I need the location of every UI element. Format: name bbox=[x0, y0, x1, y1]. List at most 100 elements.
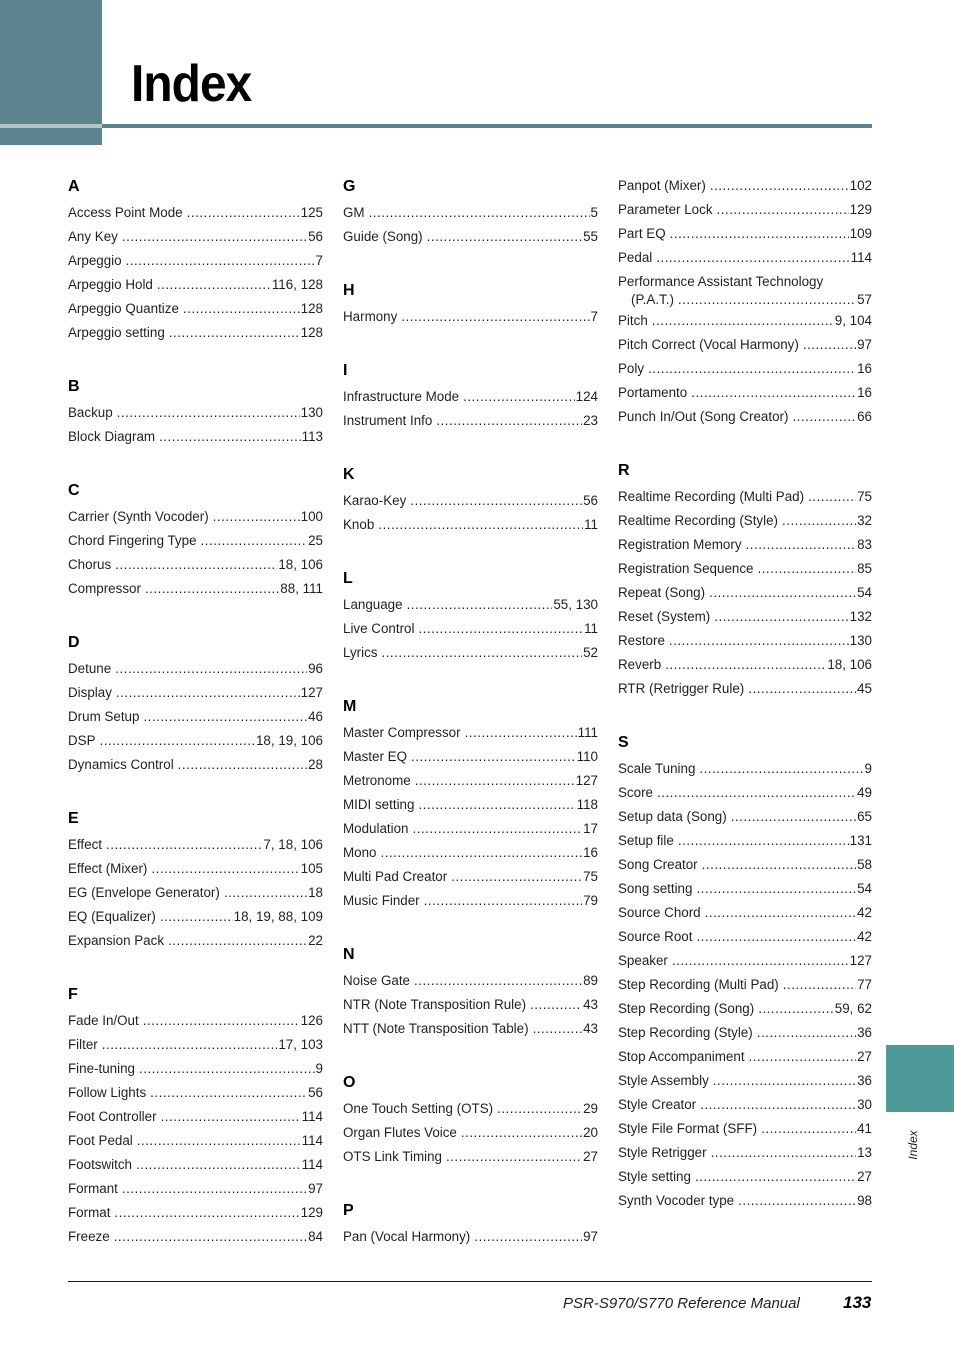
leader-dots bbox=[169, 321, 300, 345]
entry-term: Parameter Lock bbox=[618, 202, 713, 217]
entry-term: Footswitch bbox=[68, 1157, 132, 1172]
entry-term: Registration Memory bbox=[618, 537, 742, 552]
index-entry: Master EQ 110 bbox=[343, 745, 598, 769]
leader-dots bbox=[106, 833, 262, 857]
leader-dots bbox=[143, 705, 307, 729]
leader-dots bbox=[369, 201, 590, 225]
index-section-f: F Fade In/Out 126 Filter 17, 103 Fine-tuning 9… bbox=[68, 983, 323, 1249]
entry-pages: 45 bbox=[857, 681, 872, 696]
leader-dots bbox=[157, 273, 271, 297]
entry-term: EG (Envelope Generator) bbox=[68, 885, 220, 900]
index-entry: Parameter Lock 129 bbox=[618, 198, 872, 222]
index-entry: Panpot (Mixer) 102 bbox=[618, 174, 872, 198]
entry-term: NTT (Note Transposition Table) bbox=[343, 1021, 529, 1036]
entry-term: Any Key bbox=[68, 229, 118, 244]
entry-pages: 22 bbox=[308, 933, 323, 948]
entry-term: Source Root bbox=[618, 929, 693, 944]
index-entry: Harmony 7 bbox=[343, 305, 598, 329]
page-title: Index bbox=[131, 55, 252, 113]
entry-pages: 100 bbox=[300, 509, 323, 524]
entry-pages: 20 bbox=[583, 1125, 598, 1140]
leader-dots bbox=[808, 485, 856, 509]
leader-dots bbox=[746, 533, 857, 557]
index-entry: Carrier (Synth Vocoder) 100 bbox=[68, 505, 323, 529]
entry-term: Reverb bbox=[618, 657, 662, 672]
leader-dots bbox=[150, 1081, 307, 1105]
index-entry: Karao-Key 56 bbox=[343, 489, 598, 513]
entry-term: RTR (Retrigger Rule) bbox=[618, 681, 745, 696]
leader-dots bbox=[160, 905, 233, 929]
entry-term: Carrier (Synth Vocoder) bbox=[68, 509, 209, 524]
entry-pages: 18, 106 bbox=[278, 557, 323, 572]
entry-term: Poly bbox=[618, 361, 645, 376]
entry-pages: 114 bbox=[301, 1157, 323, 1172]
index-entry: Master Compressor 111 bbox=[343, 721, 598, 745]
leader-dots bbox=[669, 629, 849, 653]
entry-pages: 125 bbox=[300, 205, 323, 220]
leader-dots bbox=[126, 249, 315, 273]
entry-term: Realtime Recording (Style) bbox=[618, 513, 779, 528]
index-section-r: RRealtime Recording (Multi Pad)75Realtim… bbox=[618, 459, 872, 701]
index-section-i: I Infrastructure Mode 124 Instrument Info 23 bbox=[343, 359, 598, 433]
index-section-c: C Carrier (Synth Vocoder) 100 Chord Fingeri… bbox=[68, 479, 323, 601]
footer-page-number: 133 bbox=[843, 1293, 872, 1312]
entry-pages: 75 bbox=[857, 489, 872, 504]
leader-dots bbox=[159, 425, 301, 449]
entry-pages: 97 bbox=[583, 1229, 598, 1244]
leader-dots bbox=[678, 291, 856, 309]
entry-term: Style setting bbox=[618, 1169, 691, 1184]
index-entry: Arpeggio setting 128 bbox=[68, 321, 323, 345]
leader-dots bbox=[699, 757, 863, 781]
entry-pages: 127 bbox=[300, 685, 323, 700]
leader-dots bbox=[748, 677, 856, 701]
entry-pages: 52 bbox=[583, 645, 598, 660]
entry-pages: 25 bbox=[308, 533, 323, 548]
leader-dots bbox=[738, 1189, 856, 1213]
entry-pages: 54 bbox=[857, 881, 872, 896]
entry-pages: 54 bbox=[857, 585, 872, 600]
index-entry: RTR (Retrigger Rule) 45 bbox=[618, 677, 872, 701]
index-entry: Backup 130 bbox=[68, 401, 323, 425]
entry-pages: 7, 18, 106 bbox=[263, 837, 323, 852]
entry-pages: 118 bbox=[576, 797, 598, 812]
footer-rule bbox=[68, 1281, 872, 1282]
entry-pages: 13 bbox=[857, 1145, 872, 1160]
entry-pages: 11 bbox=[584, 621, 598, 636]
entry-term: Effect (Mixer) bbox=[68, 861, 148, 876]
entry-term: Scale Tuning bbox=[618, 761, 696, 776]
leader-dots bbox=[648, 357, 856, 381]
index-entry: Song setting 54 bbox=[618, 877, 872, 901]
index-section-d: D Detune 96 Display 127 Drum Setup 46 DSP 18, 19… bbox=[68, 631, 323, 777]
index-entry: Effect 7, 18, 106 bbox=[68, 833, 323, 857]
leader-dots bbox=[465, 721, 577, 745]
entry-term: Chorus bbox=[68, 557, 112, 572]
leader-dots bbox=[224, 881, 307, 905]
entry-pages: 9 bbox=[864, 761, 872, 776]
entry-term: Harmony bbox=[343, 309, 398, 324]
entry-pages: 27 bbox=[583, 1149, 598, 1164]
index-entry: Setup file 131 bbox=[618, 829, 872, 853]
index-entry: Knob 11 bbox=[343, 513, 598, 537]
entry-pages: 16 bbox=[857, 361, 872, 376]
index-entry: One Touch Setting (OTS) 29 bbox=[343, 1097, 598, 1121]
entry-term: Pan (Vocal Harmony) bbox=[343, 1229, 471, 1244]
side-tab-label: Index bbox=[906, 1130, 920, 1160]
index-entry: Access Point Mode 125 bbox=[68, 201, 323, 225]
entry-term: NTR (Note Transposition Rule) bbox=[343, 997, 527, 1012]
entry-term: Foot Controller bbox=[68, 1109, 157, 1124]
leader-dots bbox=[201, 529, 308, 553]
entry-pages: 77 bbox=[857, 977, 872, 992]
entry-pages: 96 bbox=[308, 661, 323, 676]
entry-term: Synth Vocoder type bbox=[618, 1193, 735, 1208]
index-section-n: N Noise Gate 89 NTR (Note Transposition Rul… bbox=[343, 943, 598, 1041]
entry-pages: 36 bbox=[857, 1025, 872, 1040]
entry-pages: 132 bbox=[849, 609, 872, 624]
entry-term: Filter bbox=[68, 1037, 98, 1052]
leader-dots bbox=[418, 617, 583, 641]
leader-dots bbox=[717, 198, 849, 222]
entry-term: Style Assembly bbox=[618, 1073, 709, 1088]
entry-pages: 11 bbox=[584, 517, 598, 532]
index-entry: Multi Pad Creator 75 bbox=[343, 865, 598, 889]
